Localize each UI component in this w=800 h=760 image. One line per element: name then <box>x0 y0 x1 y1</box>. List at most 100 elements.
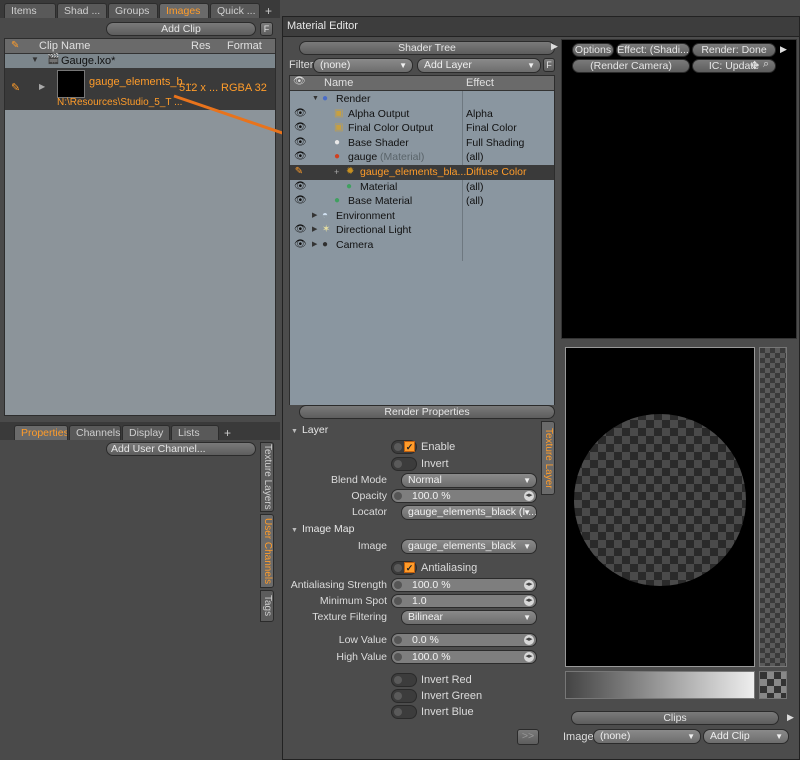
search-icon[interactable]: ⌕ <box>763 58 769 71</box>
scene-row[interactable]: ▼ 🎬 Gauge.lxo* <box>5 54 275 68</box>
eye-icon[interactable]: 👁 <box>294 223 307 237</box>
more-button[interactable]: >> <box>517 729 539 745</box>
window-titlebar[interactable]: Material Editor <box>283 17 799 37</box>
filter-f-button[interactable]: F <box>543 58 555 72</box>
col-format[interactable]: Format <box>227 40 262 52</box>
render-camera-button[interactable]: (Render Camera) <box>572 59 690 73</box>
spinner-icon[interactable]: ◂▸ <box>524 491 534 501</box>
eye-icon[interactable]: 👁 <box>294 121 307 135</box>
min-spot-field[interactable]: 1.0 ◂▸ <box>391 594 537 608</box>
filter-f-button[interactable]: F <box>260 22 273 36</box>
tab-lists[interactable]: Lists <box>171 425 219 440</box>
eye-icon[interactable]: 👁 <box>294 238 307 252</box>
tree-row[interactable]: 👁 ● Base Shader Full Shading <box>290 136 554 151</box>
expand-icon[interactable]: ▶ <box>312 223 317 237</box>
expand-icon[interactable]: ▶ <box>312 209 317 223</box>
vtab-texture-layer[interactable]: Texture Layer <box>541 421 555 495</box>
clips-image-dropdown[interactable]: (none) ▼ <box>593 729 701 744</box>
brush-icon[interactable]: ✎ <box>294 165 304 179</box>
image-map-section[interactable]: ▼ Image Map <box>291 523 354 535</box>
tab-groups[interactable]: Groups <box>108 3 158 18</box>
vtab-tags[interactable]: Tags <box>260 590 274 622</box>
field-knob[interactable] <box>394 492 402 500</box>
col-res[interactable]: Res <box>191 40 211 52</box>
add-user-channel-button[interactable]: Add User Channel... <box>106 442 256 456</box>
tab-channels[interactable]: Channels <box>69 425 121 440</box>
eye-icon[interactable]: 👁 <box>294 180 307 194</box>
eye-icon[interactable]: 👁 <box>294 107 307 121</box>
spinner-icon[interactable]: ◂▸ <box>524 652 534 662</box>
tree-row[interactable]: ✎ + ✹ gauge_elements_bla... Diffuse Color <box>290 165 554 180</box>
col-name[interactable]: Name <box>324 77 353 89</box>
move-icon[interactable]: ✥ <box>750 59 759 72</box>
tab-properties[interactable]: Properties <box>14 425 68 440</box>
panel-menu-icon[interactable]: ▶ <box>551 41 558 52</box>
invert-green-toggle[interactable] <box>391 689 417 703</box>
enable-toggle[interactable]: ✓ <box>391 440 417 454</box>
expand-icon[interactable]: ▶ <box>312 238 317 252</box>
tree-row[interactable]: 👁 ▶ ✶ Directional Light <box>290 223 554 238</box>
aa-strength-field[interactable]: 100.0 % ◂▸ <box>391 578 537 592</box>
add-layer-dropdown[interactable]: Add Layer ▼ <box>417 58 541 73</box>
tab-quick[interactable]: Quick ... <box>210 3 260 18</box>
tex-filter-dropdown[interactable]: Bilinear ▼ <box>401 610 537 625</box>
low-value-field[interactable]: 0.0 % ◂▸ <box>391 633 537 647</box>
panel-menu-icon[interactable]: ▶ <box>780 44 787 55</box>
render-properties-header[interactable]: Render Properties <box>299 405 555 419</box>
image-dropdown[interactable]: gauge_elements_black ▼ <box>401 539 537 554</box>
field-knob[interactable] <box>394 636 402 644</box>
tree-row[interactable]: 👁 ▣ Alpha Output Alpha <box>290 107 554 122</box>
tree-row[interactable]: 👁 ▣ Final Color Output Final Color <box>290 121 554 136</box>
high-value-field[interactable]: 100.0 % ◂▸ <box>391 650 537 664</box>
expand-icon[interactable]: ▶ <box>39 82 45 91</box>
blend-mode-dropdown[interactable]: Normal ▼ <box>401 473 537 488</box>
tree-row[interactable]: ▶ ◓ Environment <box>290 209 554 224</box>
spinner-icon[interactable]: ◂▸ <box>524 596 534 606</box>
clips-add-clip-dropdown[interactable]: Add Clip ▼ <box>703 729 789 744</box>
shader-tree-header[interactable]: Shader Tree <box>299 41 555 55</box>
field-knob[interactable] <box>394 581 402 589</box>
antialiasing-toggle[interactable]: ✓ <box>391 561 417 575</box>
locator-dropdown[interactable]: gauge_elements_black (I ... ▼ <box>401 505 537 520</box>
tab-items[interactable]: Items <box>4 3 56 18</box>
panel-menu-icon[interactable]: ▶ <box>787 712 794 723</box>
spinner-icon[interactable]: ◂▸ <box>524 635 534 645</box>
collapse-icon: ▼ <box>291 527 298 534</box>
vtab-texture-layers[interactable]: Texture Layers <box>260 442 274 512</box>
invert-blue-toggle[interactable] <box>391 705 417 719</box>
tree-row[interactable]: ▼ ● Render <box>290 92 554 107</box>
options-button[interactable]: Options <box>572 43 614 57</box>
tree-row[interactable]: 👁 ● gauge (Material) (all) <box>290 150 554 165</box>
col-clip-name[interactable]: Clip Name <box>39 40 90 52</box>
expand-icon[interactable]: ▼ <box>312 92 319 106</box>
invert-toggle[interactable] <box>391 457 417 471</box>
tree-row[interactable]: 👁 ▶ ● Camera <box>290 238 554 253</box>
invert-red-toggle[interactable] <box>391 673 417 687</box>
vtab-user-channels[interactable]: User Channels <box>260 514 274 588</box>
effect-button[interactable]: Effect: (Shadi... <box>616 43 690 57</box>
eye-icon[interactable]: 👁 <box>294 136 307 150</box>
tree-row[interactable]: 👁 ● Material (all) <box>290 180 554 195</box>
tree-row[interactable]: 👁 ● Base Material (all) <box>290 194 554 209</box>
eye-icon[interactable]: 👁 <box>294 194 307 208</box>
render-status-button[interactable]: Render: Done <box>692 43 776 57</box>
clips-header[interactable]: Clips <box>571 711 779 725</box>
layer-section[interactable]: ▼ Layer <box>291 424 328 436</box>
tab-images[interactable]: Images <box>159 3 209 18</box>
col-effect[interactable]: Effect <box>466 77 494 89</box>
add-clip-button[interactable]: Add Clip <box>106 22 256 36</box>
tab-shader[interactable]: Shad ... <box>57 3 107 18</box>
clip-row[interactable]: ✎ ▶ gauge_elements_b... 512 x ... RGBA 3… <box>5 68 275 110</box>
tab-display[interactable]: Display <box>122 425 170 440</box>
field-knob[interactable] <box>394 653 402 661</box>
field-knob[interactable] <box>394 597 402 605</box>
expand-icon[interactable]: ▼ <box>31 55 39 64</box>
eye-icon[interactable]: 👁 <box>294 150 307 164</box>
add-tab-button[interactable]: + <box>261 4 276 18</box>
spinner-icon[interactable]: ◂▸ <box>524 580 534 590</box>
tree-row-effect: Diffuse Color <box>466 166 527 178</box>
filter-dropdown[interactable]: (none) ▼ <box>313 58 413 73</box>
add-tab-button[interactable]: + <box>220 426 235 440</box>
opacity-field[interactable]: 100.0 % ◂▸ <box>391 489 537 503</box>
plus-icon[interactable]: + <box>334 165 339 179</box>
